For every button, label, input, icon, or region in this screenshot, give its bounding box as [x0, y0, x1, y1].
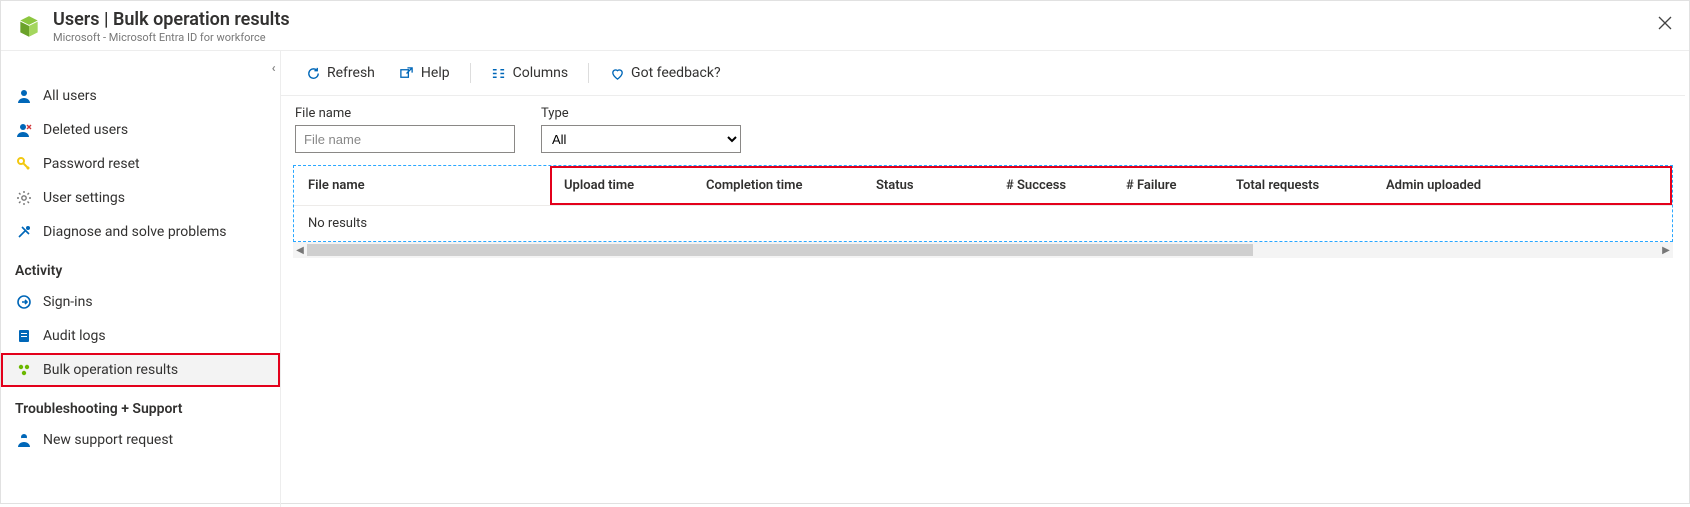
close-button[interactable]	[1653, 11, 1677, 35]
sidebar-item-label: Sign-ins	[43, 294, 93, 310]
product-logo-icon	[15, 13, 43, 41]
refresh-label: Refresh	[327, 65, 375, 81]
col-success[interactable]: # Success	[992, 178, 1112, 193]
sidebar-item-password-reset[interactable]: Password reset	[1, 147, 280, 181]
signin-icon	[15, 293, 33, 311]
filter-type-label: Type	[541, 106, 741, 121]
key-icon	[15, 155, 33, 173]
toolbar-separator	[588, 63, 589, 83]
col-file-name[interactable]: File name	[294, 178, 550, 193]
filter-filename-label: File name	[295, 106, 515, 121]
sidebar-section-troubleshooting: Troubleshooting + Support	[1, 387, 280, 423]
page-subtitle: Microsoft - Microsoft Entra ID for workf…	[53, 31, 290, 44]
results-table: File name Upload time Completion time St…	[293, 165, 1673, 242]
table-header-row: File name Upload time Completion time St…	[294, 166, 1672, 206]
tools-icon	[15, 223, 33, 241]
scroll-thumb[interactable]	[307, 244, 1253, 256]
col-upload-time[interactable]: Upload time	[550, 178, 692, 193]
log-icon	[15, 327, 33, 345]
sidebar-item-label: Deleted users	[43, 122, 128, 138]
sidebar-item-label: Diagnose and solve problems	[43, 224, 226, 240]
sidebar-item-diagnose[interactable]: Diagnose and solve problems	[1, 215, 280, 249]
help-button[interactable]: Help	[387, 61, 462, 85]
user-icon	[15, 87, 33, 105]
columns-label: Columns	[513, 65, 568, 81]
horizontal-scrollbar[interactable]: ◀ ▶	[293, 242, 1673, 258]
filter-type-select[interactable]: All	[541, 125, 741, 153]
close-icon	[1658, 16, 1672, 30]
page-title: Users | Bulk operation results	[53, 9, 290, 30]
sidebar-item-user-settings[interactable]: User settings	[1, 181, 280, 215]
sidebar-item-label: User settings	[43, 190, 125, 206]
feedback-label: Got feedback?	[631, 65, 721, 81]
page-header: Users | Bulk operation results Microsoft…	[1, 1, 1689, 51]
sidebar-item-label: All users	[43, 88, 97, 104]
col-status[interactable]: Status	[862, 178, 992, 193]
highlighted-columns: Upload time Completion time Status # Suc…	[550, 166, 1672, 205]
refresh-button[interactable]: Refresh	[293, 61, 387, 85]
filter-type-group: Type All	[541, 106, 741, 153]
col-total[interactable]: Total requests	[1222, 178, 1372, 193]
sidebar: ‹‹ All users Deleted users Password rese…	[1, 51, 281, 507]
filter-filename-group: File name	[295, 106, 515, 153]
user-x-icon	[15, 121, 33, 139]
sidebar-item-label: Bulk operation results	[43, 362, 178, 378]
filter-bar: File name Type All	[281, 96, 1685, 165]
gear-icon	[15, 189, 33, 207]
main-content: Refresh Help Columns Got feedback	[281, 51, 1689, 507]
bulk-icon	[15, 361, 33, 379]
help-label: Help	[421, 65, 450, 81]
scroll-left-arrow-icon[interactable]: ◀	[293, 242, 307, 258]
refresh-icon	[305, 65, 321, 81]
toolbar-separator	[470, 63, 471, 83]
sidebar-item-all-users[interactable]: All users	[1, 79, 280, 113]
scroll-track[interactable]	[307, 244, 1659, 256]
col-completion-time[interactable]: Completion time	[692, 178, 862, 193]
support-icon	[15, 431, 33, 449]
filter-filename-input[interactable]	[295, 125, 515, 153]
table-empty-message: No results	[294, 206, 1672, 241]
col-admin[interactable]: Admin uploaded	[1372, 178, 1672, 193]
columns-icon	[491, 65, 507, 81]
sidebar-item-deleted-users[interactable]: Deleted users	[1, 113, 280, 147]
sidebar-item-label: Audit logs	[43, 328, 106, 344]
heart-icon	[609, 65, 625, 81]
scroll-right-arrow-icon[interactable]: ▶	[1659, 242, 1673, 258]
sidebar-item-audit-logs[interactable]: Audit logs	[1, 319, 280, 353]
sidebar-item-sign-ins[interactable]: Sign-ins	[1, 285, 280, 319]
sidebar-section-activity: Activity	[1, 249, 280, 285]
sidebar-item-bulk-results[interactable]: Bulk operation results	[1, 353, 280, 387]
external-link-icon	[399, 65, 415, 81]
command-bar: Refresh Help Columns Got feedback	[281, 51, 1685, 96]
sidebar-item-new-support[interactable]: New support request	[1, 423, 280, 457]
columns-button[interactable]: Columns	[479, 61, 580, 85]
col-failure[interactable]: # Failure	[1112, 178, 1222, 193]
sidebar-item-label: New support request	[43, 432, 173, 448]
sidebar-item-label: Password reset	[43, 156, 140, 172]
feedback-button[interactable]: Got feedback?	[597, 61, 733, 85]
